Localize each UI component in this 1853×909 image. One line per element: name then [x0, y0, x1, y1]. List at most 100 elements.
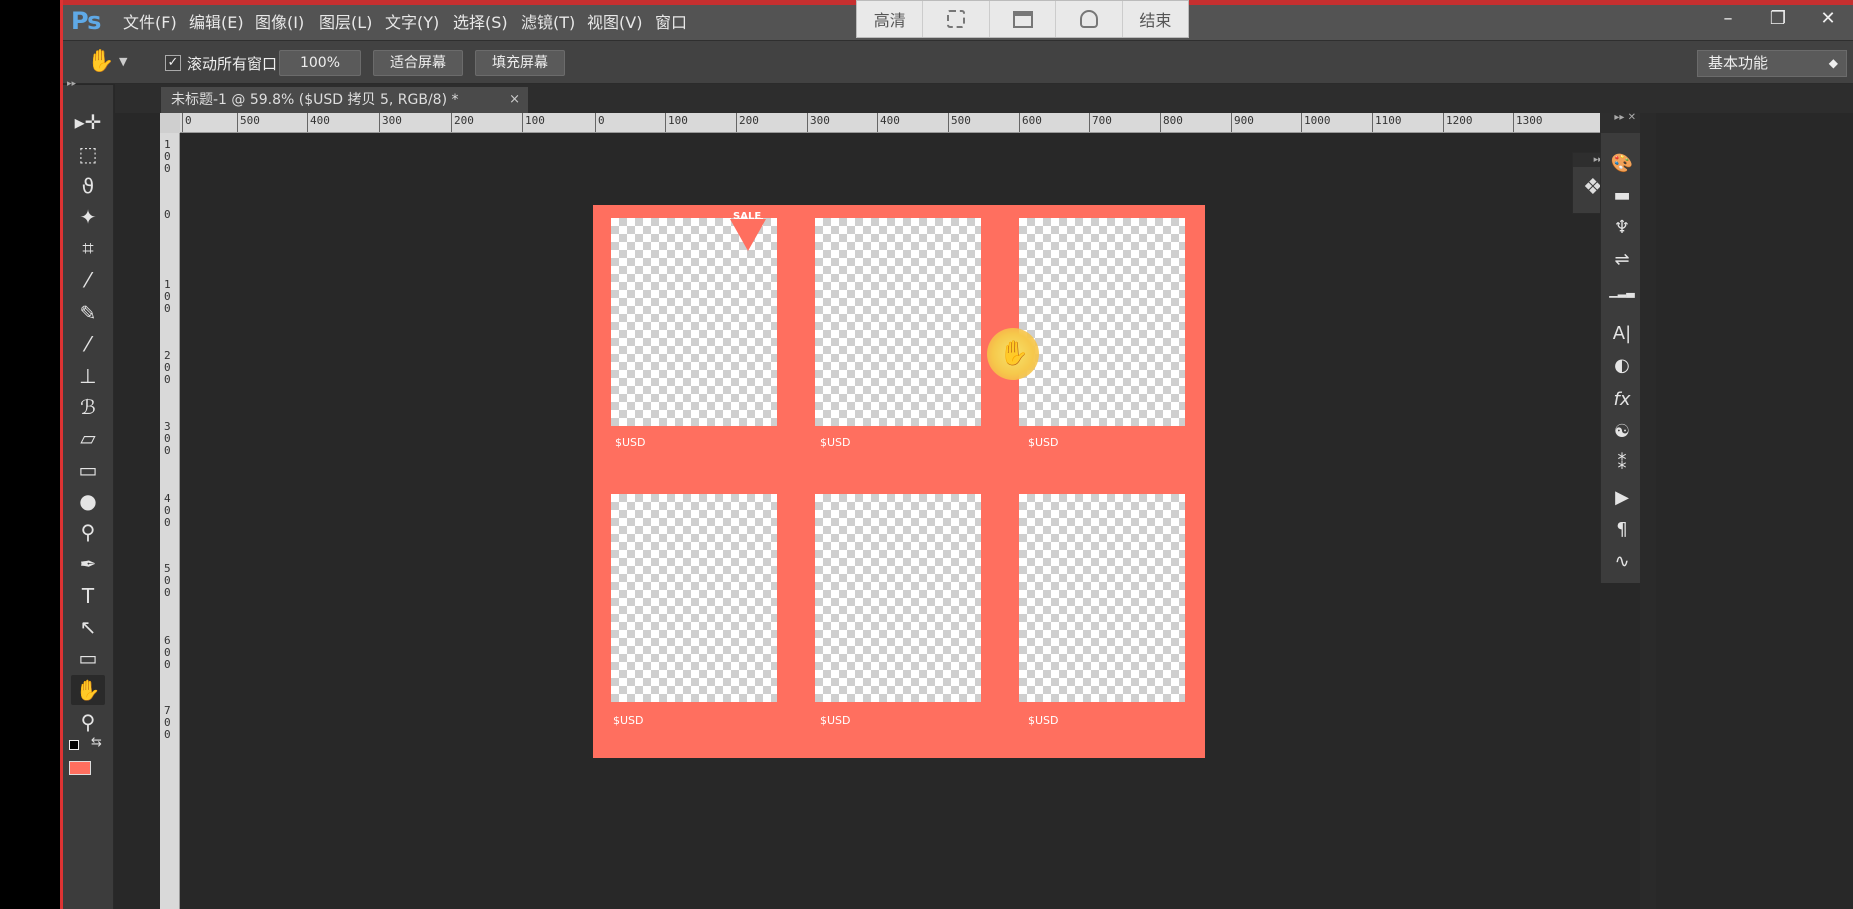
- canvas-area[interactable]: SALE $USD $USD $USD $USD $USD $USD: [181, 133, 1600, 909]
- ruler-tick: [522, 113, 523, 132]
- eyedropper-tool-icon[interactable]: ⁄: [71, 265, 105, 295]
- photo-placeholder[interactable]: [1019, 494, 1185, 702]
- styles-panel-icon[interactable]: ◐: [1609, 353, 1635, 379]
- menu-layer[interactable]: 图层(L): [319, 10, 372, 36]
- hand-cursor-highlight: ✋: [987, 328, 1039, 380]
- shape-tool-icon[interactable]: ▭: [71, 643, 105, 673]
- properties-panel-icon[interactable]: ⇌: [1609, 247, 1635, 273]
- photo-placeholder[interactable]: [815, 218, 981, 426]
- menu-file[interactable]: 文件(F): [123, 10, 177, 36]
- color-panel-icon[interactable]: 🎨: [1609, 151, 1635, 177]
- ruler-label: 900: [1234, 114, 1254, 127]
- ruler-label: 700: [1092, 114, 1112, 127]
- options-bar: ✋ ▼ ✓ 滚动所有窗口 100% 适合屏幕 填充屏幕 基本功能 ◆: [63, 40, 1853, 84]
- scroll-all-windows-checkbox[interactable]: ✓: [165, 55, 181, 71]
- ruler-label: 500: [951, 114, 971, 127]
- ruler-origin[interactable]: [160, 113, 180, 133]
- price-label: $USD: [613, 714, 644, 727]
- ruler-label: 300: [382, 114, 402, 127]
- blur-tool-icon[interactable]: ●: [71, 486, 105, 516]
- ruler-label: 100: [668, 114, 688, 127]
- default-colors-icon[interactable]: [69, 740, 79, 750]
- ruler-label: 100: [525, 114, 545, 127]
- photo-placeholder[interactable]: [611, 494, 777, 702]
- scroll-all-windows-label: 滚动所有窗口: [187, 55, 278, 73]
- ruler-label: 1200: [1446, 114, 1473, 127]
- healing-brush-tool-icon[interactable]: ✎: [71, 298, 105, 328]
- move-tool-icon[interactable]: ▸✛: [71, 107, 105, 137]
- path-selection-tool-icon[interactable]: ↖: [71, 612, 105, 642]
- hd-button[interactable]: 高清: [857, 1, 924, 37]
- menu-window[interactable]: 窗口: [655, 10, 687, 36]
- history-brush-tool-icon[interactable]: ℬ: [71, 392, 105, 422]
- ruler-label: 0: [185, 114, 192, 127]
- channels-panel-icon[interactable]: ☯: [1609, 419, 1635, 445]
- menu-select[interactable]: 选择(S): [453, 10, 508, 36]
- actions-panel-icon[interactable]: ▶: [1609, 485, 1635, 511]
- vertical-ruler: 100 0 100 200 300 400 500 600 700: [160, 113, 180, 909]
- zoom-tool-icon[interactable]: ⚲: [71, 707, 105, 737]
- fx-panel-icon[interactable]: fx: [1609, 387, 1635, 413]
- close-tab-icon[interactable]: ×: [509, 87, 520, 113]
- swatches-panel-icon[interactable]: ▬: [1609, 183, 1635, 209]
- magic-wand-tool-icon[interactable]: ✦: [71, 202, 105, 232]
- document-canvas[interactable]: SALE $USD $USD $USD $USD $USD $USD: [593, 205, 1205, 758]
- character-panel-icon[interactable]: A|: [1609, 321, 1635, 347]
- paths-panel-icon[interactable]: ⁑: [1609, 451, 1635, 477]
- photo-placeholder[interactable]: [1019, 218, 1185, 426]
- restore-button[interactable]: ❐: [1753, 5, 1803, 33]
- region-select-icon: [947, 10, 966, 28]
- document-tab[interactable]: 未标题-1 @ 59.8% ($USD 拷贝 5, RGB/8) * ×: [161, 87, 528, 113]
- type-tool-icon[interactable]: T: [71, 581, 105, 611]
- ruler-label: 600: [1022, 114, 1042, 127]
- actual-pixels-button[interactable]: 100%: [279, 50, 361, 76]
- ruler-tick: [948, 113, 949, 132]
- foreground-color-swatch[interactable]: [69, 761, 91, 775]
- workspace-select[interactable]: 基本功能 ◆: [1697, 50, 1847, 77]
- menu-type[interactable]: 文字(Y): [385, 10, 439, 36]
- eraser-tool-icon[interactable]: ▱: [71, 423, 105, 453]
- end-button[interactable]: 结束: [1123, 1, 1188, 37]
- window-button[interactable]: [990, 1, 1057, 37]
- curves-panel-icon[interactable]: ∿: [1609, 549, 1635, 575]
- gradient-tool-icon[interactable]: ▭: [71, 455, 105, 485]
- marquee-tool-icon[interactable]: ⬚: [71, 139, 105, 169]
- hand-tool-icon[interactable]: ✋: [71, 675, 105, 705]
- ruler-tick: [736, 113, 737, 132]
- home-button[interactable]: [1056, 1, 1123, 37]
- ruler-label: 1300: [1516, 114, 1543, 127]
- swap-colors-icon[interactable]: ⇆: [91, 735, 102, 750]
- photo-placeholder[interactable]: [815, 494, 981, 702]
- lasso-tool-icon[interactable]: ϑ: [71, 171, 105, 201]
- close-button[interactable]: ✕: [1803, 5, 1853, 33]
- clone-stamp-tool-icon[interactable]: ⊥: [71, 361, 105, 391]
- ruler-tick: [1513, 113, 1514, 132]
- menu-filter[interactable]: 滤镜(T): [521, 10, 575, 36]
- vertical-scrollbar[interactable]: [1640, 113, 1656, 909]
- dodge-tool-icon[interactable]: ⚲: [71, 517, 105, 547]
- menu-view[interactable]: 视图(V): [587, 10, 642, 36]
- dock-header[interactable]: ▸▸ ✕: [1600, 113, 1640, 133]
- ruler-tick: [1301, 113, 1302, 132]
- ruler-tick: [1160, 113, 1161, 132]
- menu-edit[interactable]: 编辑(E): [189, 10, 244, 36]
- tool-preset-dropdown-icon[interactable]: ▼: [119, 55, 127, 68]
- histogram-panel-icon[interactable]: ▁▂▃: [1609, 279, 1635, 305]
- fill-screen-button[interactable]: 填充屏幕: [475, 50, 565, 76]
- crop-tool-icon[interactable]: ⌗: [71, 233, 105, 263]
- ruler-label: 400: [880, 114, 900, 127]
- adjustments-panel-icon[interactable]: ♆: [1609, 215, 1635, 241]
- ruler-label: 0: [598, 114, 605, 127]
- menu-image[interactable]: 图像(I): [255, 10, 304, 36]
- brush-tool-icon[interactable]: ⁄: [71, 329, 105, 359]
- panel-collapse-icon[interactable]: ▸▸: [67, 79, 76, 89]
- pen-tool-icon[interactable]: ✒: [71, 549, 105, 579]
- hand-tool-icon[interactable]: ✋: [87, 49, 114, 74]
- paragraph-panel-icon[interactable]: ¶: [1609, 517, 1635, 543]
- minimize-button[interactable]: –: [1703, 5, 1753, 33]
- ruler-label: 200: [164, 349, 171, 386]
- ruler-tick: [877, 113, 878, 132]
- fit-screen-button[interactable]: 适合屏幕: [373, 50, 463, 76]
- region-button[interactable]: [923, 1, 990, 37]
- ruler-label: 600: [164, 634, 171, 671]
